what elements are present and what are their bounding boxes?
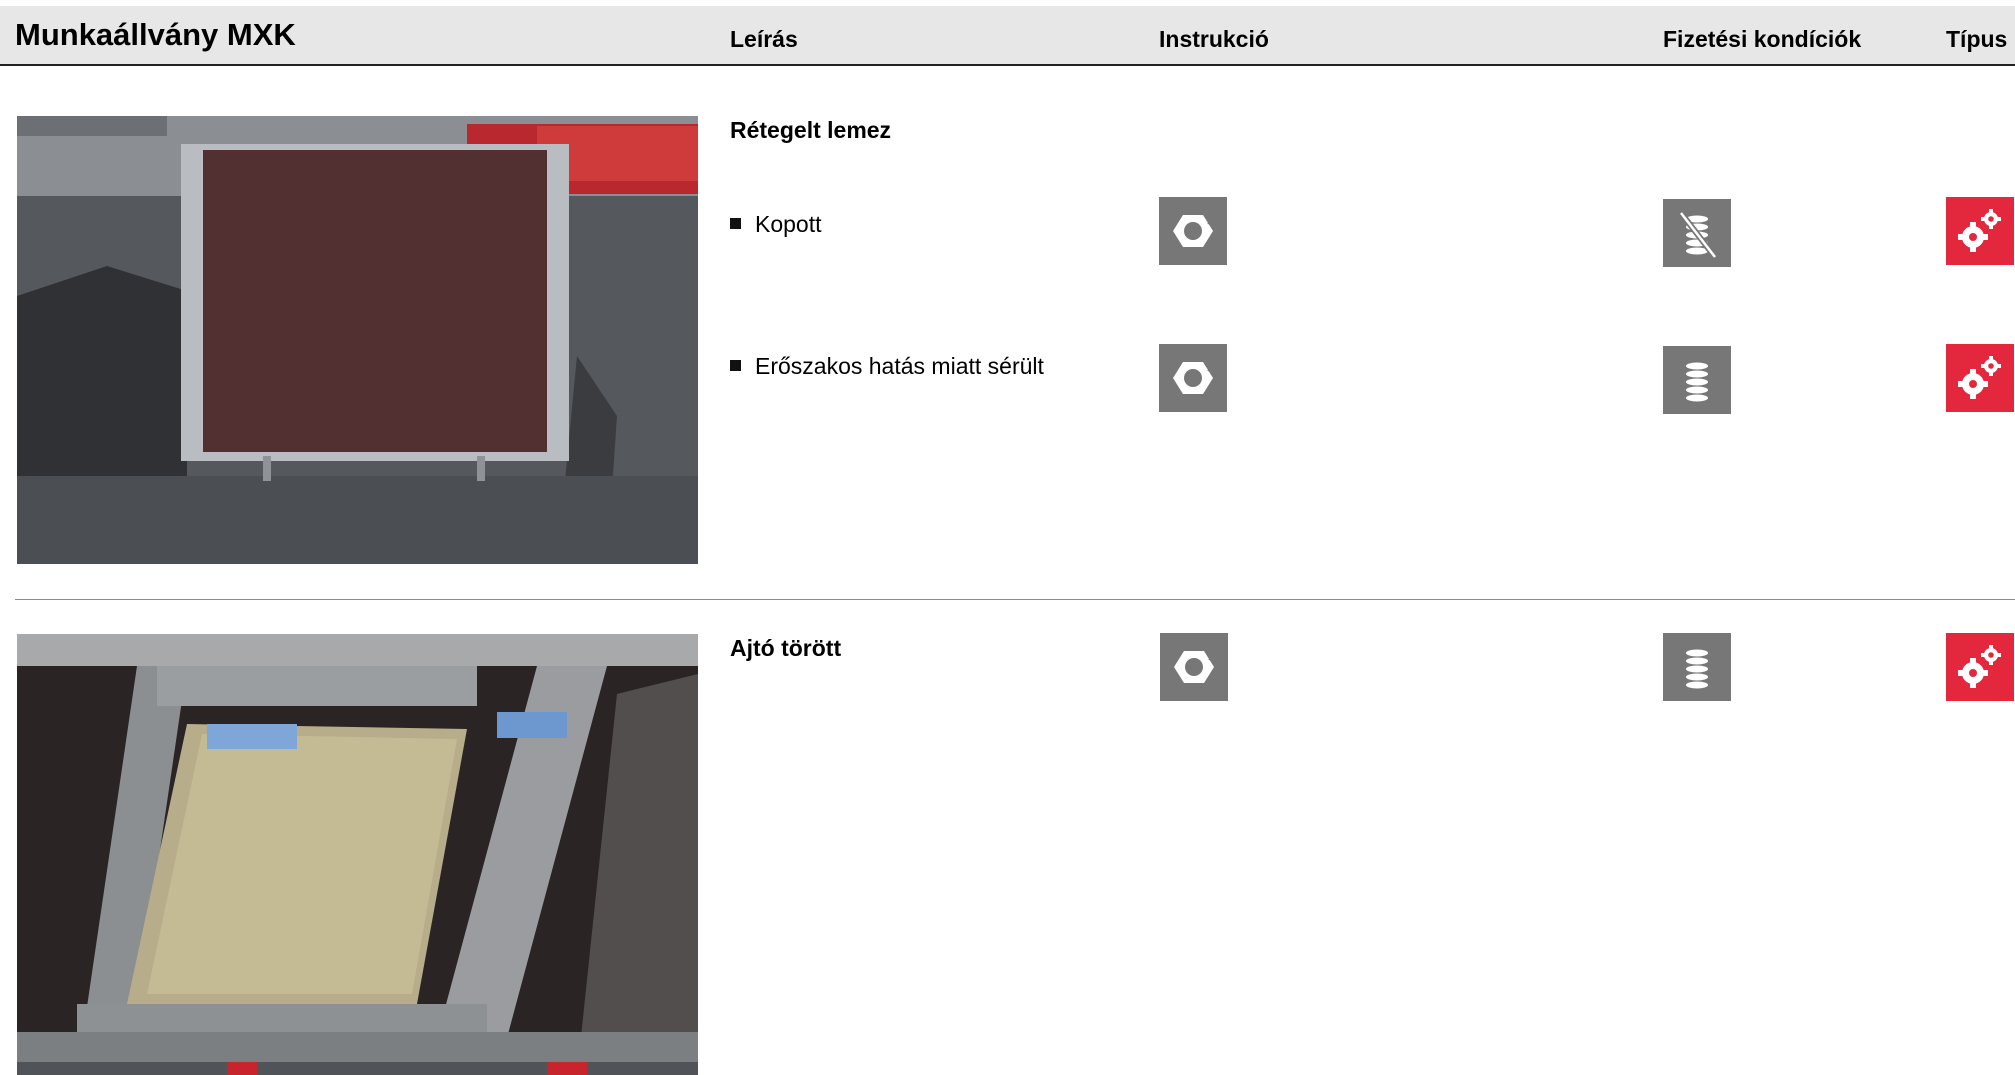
page-title: Munkaállvány MXK (15, 17, 296, 52)
list-item: Kopott (730, 211, 822, 238)
section-title: Ajtó törött (730, 635, 842, 661)
gears-icon (1946, 344, 2014, 412)
column-header-type: Típus (1946, 26, 2008, 52)
item-label: Erőszakos hatás miatt sérült (755, 353, 1044, 379)
item-label: Kopott (755, 211, 822, 237)
broken-door-photo (17, 634, 698, 1075)
list-item: Erőszakos hatás miatt sérült (730, 353, 1044, 380)
column-header-description: Leírás (730, 26, 798, 52)
hex-nut-icon (1159, 344, 1227, 412)
column-header-instruction: Instrukció (1159, 26, 1269, 52)
hex-nut-icon (1160, 633, 1228, 701)
hex-nut-icon (1159, 197, 1227, 265)
column-header-payment: Fizetési kondíciók (1663, 26, 1862, 52)
section-divider (15, 599, 2015, 600)
section-title: Rétegelt lemez (730, 117, 892, 143)
bullet-icon (730, 360, 741, 372)
coins-icon (1663, 633, 1731, 701)
gears-icon (1946, 633, 2014, 701)
gears-icon (1946, 197, 2014, 265)
coins-icon (1663, 346, 1731, 414)
coins-crossed-icon (1663, 199, 1731, 267)
bullet-icon (730, 218, 741, 230)
plywood-panel-photo (17, 116, 698, 564)
table-header: Munkaállvány MXK Leírás Instrukció Fizet… (0, 6, 2015, 66)
